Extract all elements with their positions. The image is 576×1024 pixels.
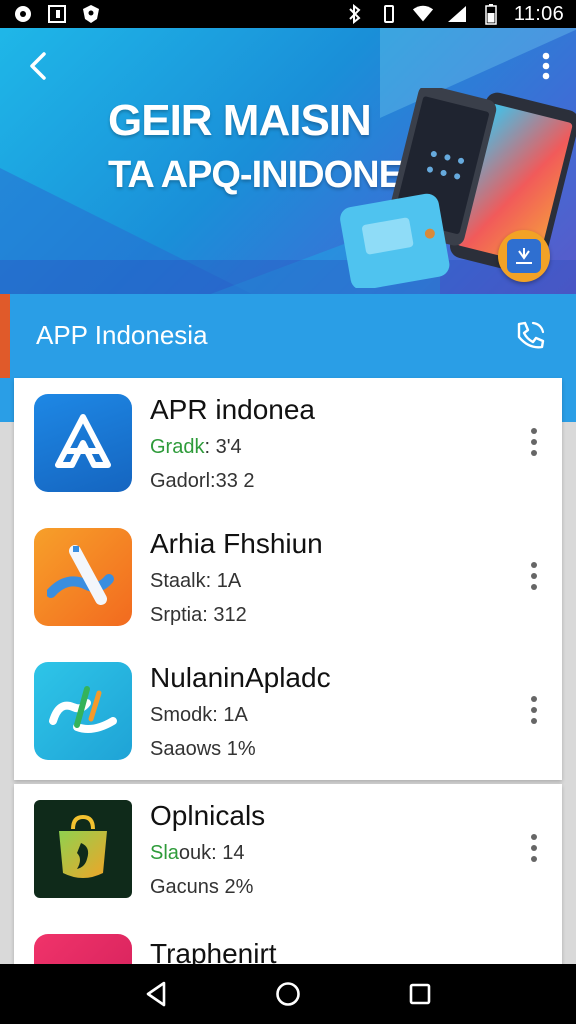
app-rating: Gadorl:33 2 [150, 470, 255, 492]
screenshot-icon [46, 3, 68, 25]
status-right: 11:06 [344, 3, 564, 26]
status-time: 11:06 [513, 2, 564, 25]
wifi-icon [412, 3, 434, 25]
more-vertical-icon [531, 562, 537, 590]
app-downloads: Staalk: 1A [150, 570, 242, 592]
home-circle-icon [276, 982, 300, 1006]
app-downloads-value: : 3'4 [204, 436, 242, 458]
back-button[interactable] [18, 46, 58, 86]
app-downloads: Smodk: 1A [150, 704, 248, 726]
shield-icon [80, 3, 102, 25]
app-downloads: Gradk: 3'4 [150, 436, 242, 459]
list-item[interactable]: Arhia Fhshiun Staalk: 1A Srptia: 312 [14, 512, 562, 646]
app-downloads: Slaouk: 14 [150, 842, 245, 865]
app-list: APR indonea Gradk: 3'4 Gadorl:33 2 Arhia… [14, 378, 562, 780]
app-bar-title: APP Indonesia [36, 320, 208, 350]
shopping-bag-icon [34, 800, 132, 898]
list-item[interactable]: Oplnicals Slaouk: 14 Gacuns 2% [14, 784, 562, 918]
status-bar: 11:06 [0, 0, 576, 28]
nav-recents-button[interactable] [400, 974, 440, 1014]
sparkle-icon [507, 239, 541, 273]
header-banner: GEIR MAISIN TA APQ-INIDONESIA [0, 28, 576, 294]
more-vertical-icon [531, 834, 537, 862]
item-menu-button[interactable] [522, 556, 546, 596]
nav-home-button[interactable] [268, 974, 308, 1014]
phone-call-icon [517, 321, 545, 349]
battery-icon [480, 3, 502, 25]
back-triangle-icon [146, 981, 166, 1007]
item-menu-button[interactable] [522, 690, 546, 730]
item-menu-button[interactable] [522, 828, 546, 868]
app-logo-icon [34, 394, 132, 492]
bluetooth-icon [344, 3, 366, 25]
list-item[interactable]: APR indonea Gradk: 3'4 Gadorl:33 2 [14, 378, 562, 512]
call-button[interactable] [508, 314, 552, 358]
vibrate-icon [378, 3, 400, 25]
app-bar: APP Indonesia [0, 294, 576, 378]
banner-title-line1: GEIR MAISIN [108, 96, 372, 145]
status-left [12, 3, 102, 25]
chevron-left-icon [30, 52, 46, 80]
app-downloads-highlight: Gradk [150, 436, 205, 458]
app-downloads-highlight: Sla [150, 842, 179, 864]
app-name: Arhia Fhshiun [150, 528, 323, 559]
app-name: APR indonea [150, 394, 316, 425]
banner-badge [498, 230, 550, 282]
nav-back-button[interactable] [136, 974, 176, 1014]
signal-icon [446, 3, 468, 25]
item-menu-button[interactable] [522, 422, 546, 462]
more-vertical-icon [542, 52, 550, 80]
list-item[interactable]: NulaninApladc Smodk: 1A Saaows 1% [14, 646, 562, 780]
app-downloads-value: ouk: 14 [178, 842, 245, 864]
more-vertical-icon [531, 696, 537, 724]
app-rating: Gacuns 2% [150, 876, 254, 898]
app-name: Oplnicals [150, 800, 266, 831]
pen-icon [34, 528, 132, 626]
app-rating: Srptia: 312 [150, 604, 247, 626]
app-rating: Saaows 1% [150, 738, 256, 760]
app-list-continued: Oplnicals Slaouk: 14 Gacuns 2% Traphenir… [14, 784, 562, 984]
app-bar-accent [0, 294, 10, 378]
handshake-icon [34, 662, 132, 760]
recents-square-icon [409, 983, 431, 1005]
settings-icon [12, 3, 34, 25]
app-name: NulaninApladc [150, 662, 331, 693]
navigation-bar [0, 964, 576, 1024]
screen: 11:06 GEIR MAISIN TA APQ-INIDONESIA APP … [0, 0, 576, 1024]
overflow-menu-button[interactable] [528, 46, 564, 86]
more-vertical-icon [531, 428, 537, 456]
